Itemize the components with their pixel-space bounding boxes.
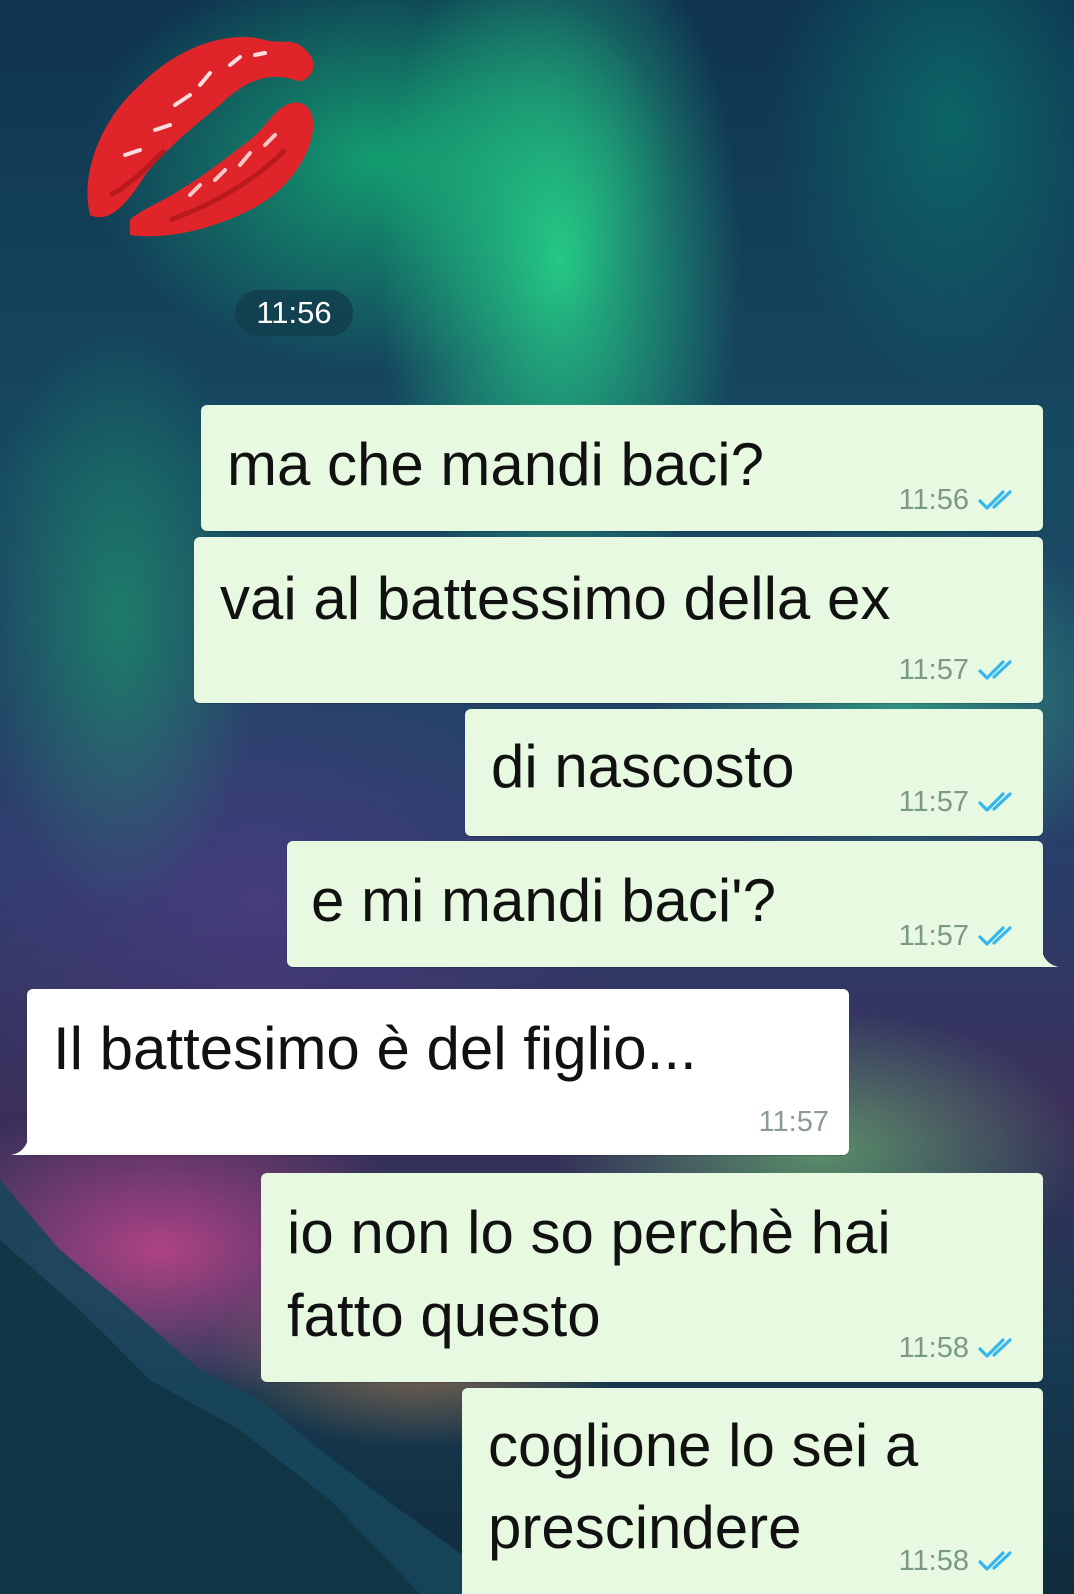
message-meta: 11:57 [759, 1105, 829, 1139]
message-text-line-1: io non lo so perchè hai [287, 1199, 891, 1266]
message-time: 11:58 [898, 1544, 969, 1577]
message-text-line-2: prescindere [488, 1494, 802, 1561]
message-bubble-outgoing[interactable]: di nascosto 11:57 [465, 709, 1043, 836]
message-text: di nascosto [491, 733, 795, 800]
message-meta: 11:57 [899, 653, 1023, 687]
message-meta: 11:58 [899, 1331, 1023, 1365]
read-receipt-icon [978, 1338, 1012, 1358]
read-receipt-icon [978, 660, 1012, 680]
read-receipt-icon [978, 792, 1012, 812]
message-bubble-outgoing[interactable]: ma che mandi baci? 11:56 [201, 405, 1043, 531]
message-bubble-outgoing[interactable]: coglione lo sei a prescindere 11:58 [462, 1388, 1043, 1594]
message-text: ma che mandi baci? [227, 431, 764, 498]
message-text: Il battesimo è del figlio... [53, 1015, 697, 1082]
message-bubble-incoming[interactable]: Il battesimo è del figlio... 11:57 [27, 989, 849, 1155]
message-meta: 11:57 [899, 785, 1023, 819]
message-meta: 11:56 [899, 483, 1023, 517]
message-text-line-1: coglione lo sei a [488, 1412, 919, 1479]
message-time: 11:57 [898, 653, 969, 686]
message-time: 11:58 [898, 1331, 969, 1364]
message-text-line-2: fatto questo [287, 1282, 601, 1349]
kiss-lips-icon [87, 37, 314, 237]
read-receipt-icon [978, 1551, 1012, 1571]
read-receipt-icon [978, 926, 1012, 946]
message-bubble-outgoing[interactable]: e mi mandi baci'? 11:57 [287, 841, 1043, 967]
message-text: vai al battessimo della ex [220, 565, 891, 632]
read-receipt-icon [978, 490, 1012, 510]
message-meta: 11:58 [899, 1544, 1023, 1578]
message-bubble-outgoing[interactable]: vai al battessimo della ex 11:57 [194, 537, 1043, 703]
message-time: 11:57 [898, 919, 969, 952]
message-time: 11:57 [758, 1105, 829, 1138]
sticker-timestamp: 11:56 [235, 290, 353, 336]
bubble-tail-outgoing [1041, 947, 1059, 967]
message-time: 11:56 [898, 483, 969, 516]
message-text: e mi mandi baci'? [311, 867, 776, 934]
message-time: 11:57 [898, 785, 969, 818]
message-bubble-outgoing[interactable]: io non lo so perchè hai fatto questo 11:… [261, 1173, 1043, 1382]
bubble-tail-incoming [11, 1135, 29, 1155]
message-meta: 11:57 [899, 919, 1023, 953]
